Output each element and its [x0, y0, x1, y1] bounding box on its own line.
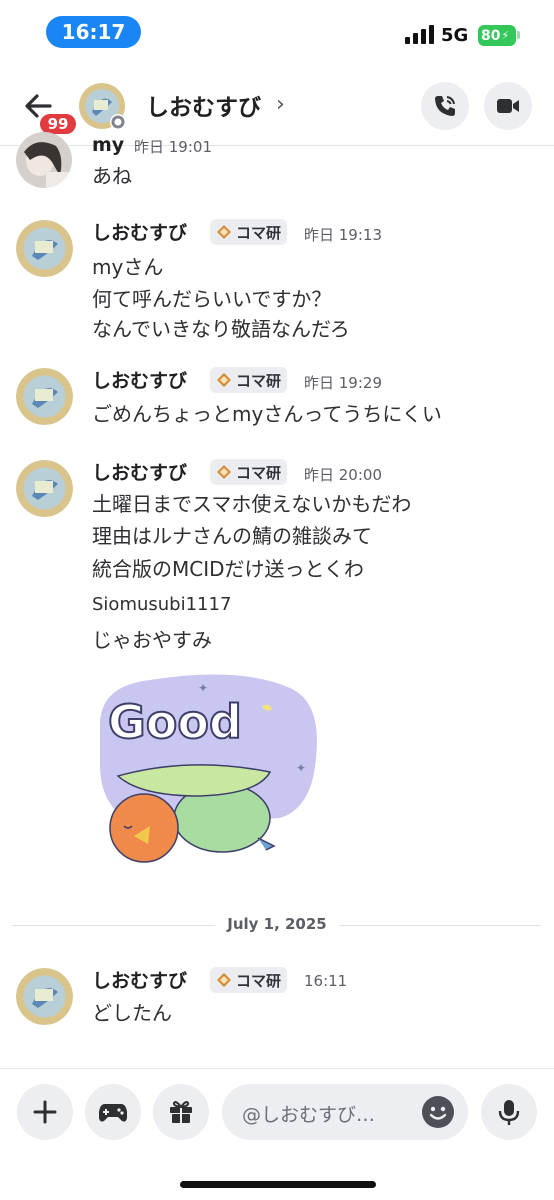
- message-text: 何て呼んだらいいですか？: [92, 287, 332, 311]
- home-indicator: [180, 1181, 376, 1188]
- message-input[interactable]: @しおむすび…: [222, 1084, 468, 1140]
- message-text: じゃおやすみ: [92, 628, 212, 652]
- emoji-icon: [429, 1106, 447, 1120]
- role-tag-label: コマ研: [236, 371, 282, 390]
- microphone-icon: [498, 1100, 520, 1125]
- date-divider: July 1, 2025: [0, 915, 554, 933]
- message-text: どしたん: [92, 1001, 172, 1025]
- message-author[interactable]: my: [92, 134, 124, 156]
- activities-button[interactable]: [85, 1084, 141, 1140]
- message-text: なんでいきなり敬語なんだろ: [92, 317, 350, 341]
- role-tag[interactable]: コマ研: [210, 967, 288, 993]
- svg-text:✦: ✦: [198, 681, 208, 695]
- message-author[interactable]: しおむすび: [92, 458, 187, 485]
- diamond-icon: [217, 373, 231, 387]
- sticker-text: Good: [108, 695, 242, 749]
- plus-icon: [33, 1100, 57, 1124]
- svg-text:✦: ✦: [296, 761, 306, 775]
- emoji-button[interactable]: [422, 1096, 454, 1128]
- message-text: ごめんちょっとmyさんってうちにくい: [92, 402, 442, 426]
- gift-icon: [170, 1101, 192, 1123]
- avatar-shiomusubi[interactable]: [16, 368, 73, 425]
- message-author[interactable]: しおむすび: [92, 966, 187, 993]
- battery-icon: 80 ⚡: [478, 25, 516, 46]
- message-text: Siomusubi1117: [92, 594, 232, 615]
- message-text: 統合版のMCIDだけ送っとくわ: [92, 557, 364, 581]
- message-timestamp: 16:11: [304, 972, 348, 990]
- network-type: 5G: [441, 25, 469, 46]
- phone-call-icon: [435, 96, 455, 116]
- battery-nub: [517, 31, 520, 39]
- role-tag[interactable]: コマ研: [210, 459, 288, 485]
- header-avatar[interactable]: [78, 82, 126, 130]
- message-text: 理由はルナさんの鯖の雑談みて: [92, 524, 372, 548]
- voice-call-button[interactable]: [421, 82, 469, 130]
- message-timestamp: 昨日 20:00: [304, 466, 382, 484]
- message-timestamp: 昨日 19:29: [304, 374, 382, 392]
- status-bar: 16:17 5G 80 ⚡: [0, 0, 554, 66]
- header-title[interactable]: しおむすび: [146, 88, 261, 122]
- message-text: 土曜日までスマホ使えないかもだわ: [92, 492, 412, 516]
- avatar-my[interactable]: [16, 132, 72, 188]
- diamond-icon: [217, 973, 231, 987]
- video-call-button[interactable]: [484, 82, 532, 130]
- message-author[interactable]: しおむすび: [92, 366, 187, 393]
- role-tag-label: コマ研: [236, 223, 282, 242]
- status-time[interactable]: 16:17: [46, 16, 141, 48]
- avatar-shiomusubi[interactable]: [16, 460, 73, 517]
- gift-button[interactable]: [153, 1084, 209, 1140]
- voice-message-button[interactable]: [481, 1084, 537, 1140]
- message-text: myさん: [92, 255, 164, 279]
- message-author[interactable]: しおむすび: [92, 218, 187, 245]
- battery-level: 80: [481, 27, 501, 44]
- avatar-shiomusubi[interactable]: [16, 968, 73, 1025]
- diamond-icon: [217, 465, 231, 479]
- signal-icon: [405, 24, 435, 44]
- diamond-icon: [217, 225, 231, 239]
- message-timestamp: 昨日 19:01: [134, 138, 212, 156]
- role-tag[interactable]: コマ研: [210, 367, 288, 393]
- date-divider-label: July 1, 2025: [215, 915, 339, 933]
- chat-header: 99 しおむすび ›: [0, 66, 554, 146]
- good-night-sticker[interactable]: Good ✦ ✦: [90, 668, 330, 868]
- role-tag-label: コマ研: [236, 971, 282, 990]
- message-timestamp: 昨日 19:13: [304, 226, 382, 244]
- video-camera-icon: [497, 99, 519, 113]
- message-input-placeholder: @しおむすび…: [242, 1104, 376, 1126]
- role-tag[interactable]: コマ研: [210, 219, 288, 245]
- message-text: あね: [92, 164, 132, 188]
- add-button[interactable]: [17, 1084, 73, 1140]
- role-tag-label: コマ研: [236, 463, 282, 482]
- gamepad-icon: [99, 1104, 127, 1122]
- avatar-shiomusubi[interactable]: [16, 220, 73, 277]
- chevron-right-icon[interactable]: ›: [276, 92, 285, 117]
